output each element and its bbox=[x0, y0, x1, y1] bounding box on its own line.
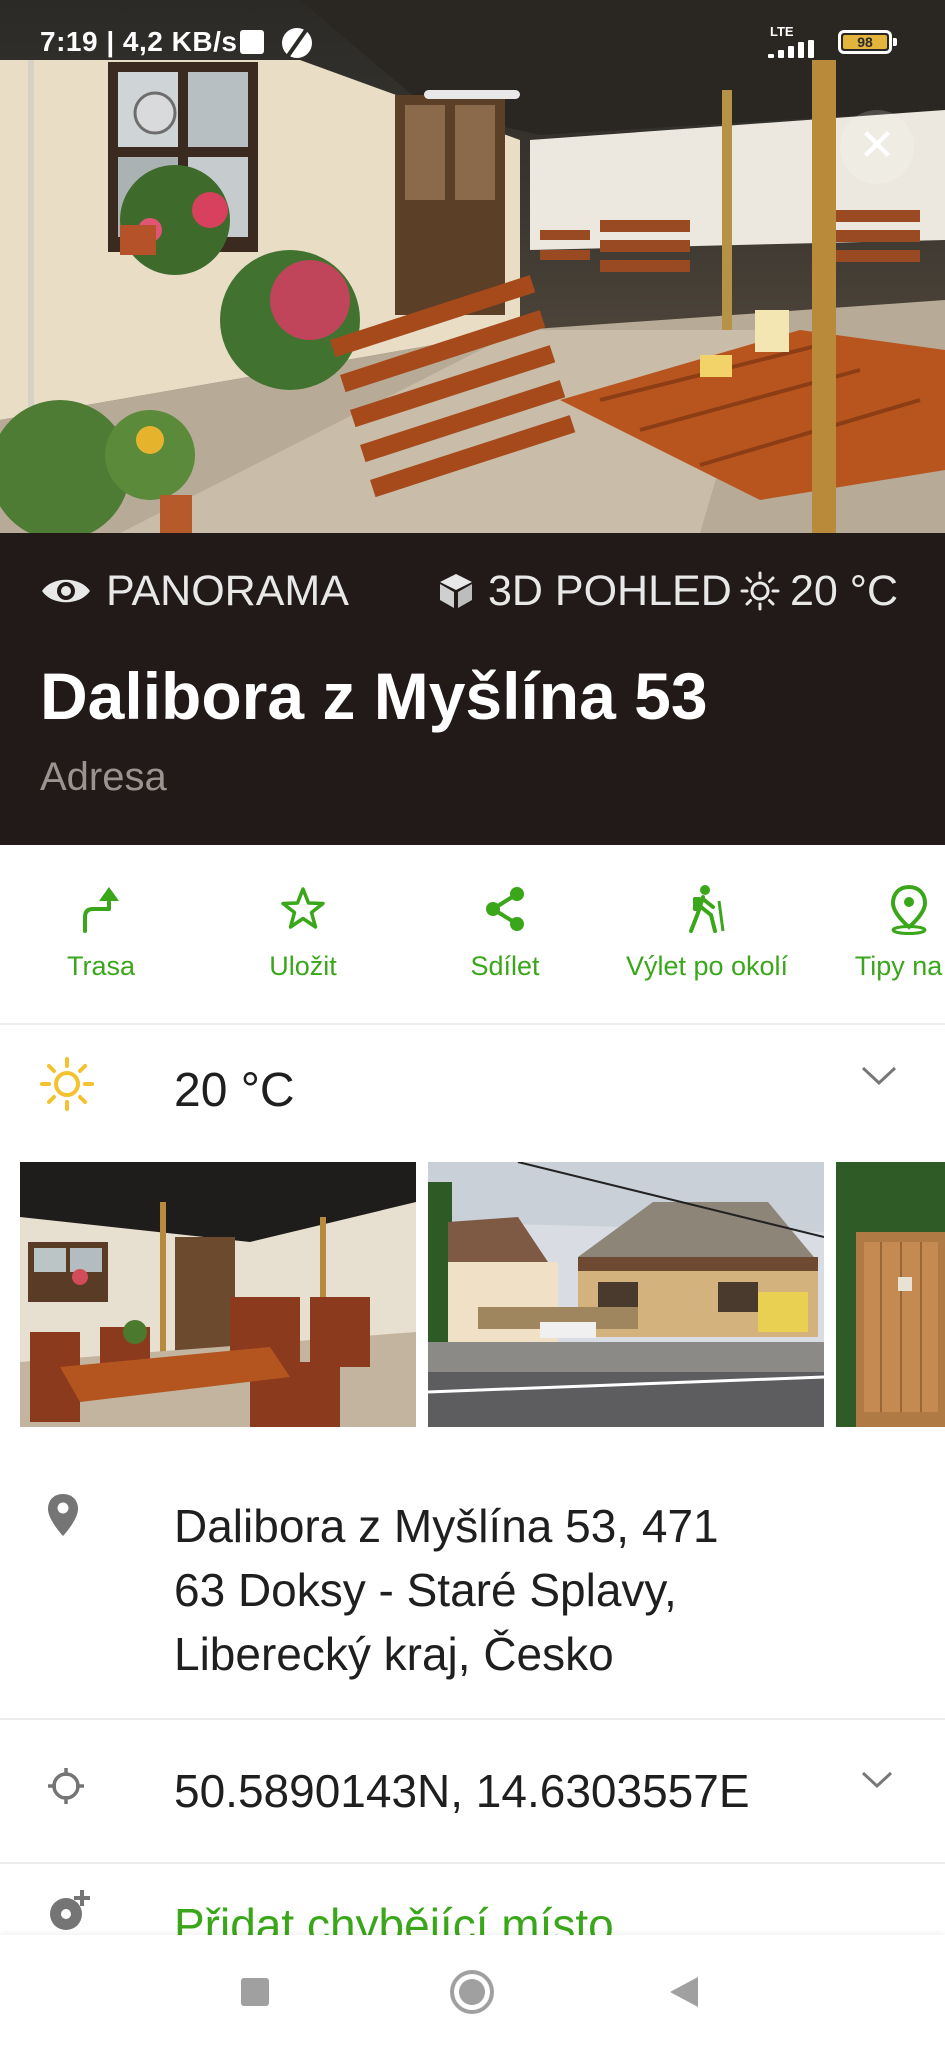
coordinates-text: 50.5890143N, 14.6303557E bbox=[174, 1765, 750, 1817]
panorama-button[interactable]: PANORAMA bbox=[40, 561, 349, 621]
save-label: Uložit bbox=[269, 951, 337, 981]
close-button[interactable]: ✕ bbox=[840, 110, 914, 184]
gallery-photo-terrace[interactable] bbox=[20, 1162, 416, 1427]
3d-view-button[interactable]: 3D POHLED bbox=[438, 561, 732, 621]
recent-apps-icon[interactable] bbox=[240, 1977, 270, 2007]
coordinates-row[interactable]: 50.5890143N, 14.6303557E bbox=[0, 1720, 945, 1864]
address-line-1: Dalibora z Myšlína 53, 471 bbox=[174, 1500, 719, 1552]
location-pin-icon bbox=[890, 884, 928, 935]
nearby-trip-button[interactable]: Výlet po okolí bbox=[607, 881, 807, 982]
gallery-photo-building[interactable] bbox=[428, 1162, 824, 1427]
building-photo-thumbnail bbox=[428, 1162, 824, 1427]
photo-gallery[interactable] bbox=[0, 1162, 945, 1427]
system-navigation-bar bbox=[0, 1935, 945, 2048]
wooden-hut-photo-thumbnail bbox=[836, 1162, 945, 1427]
chevron-down-icon[interactable] bbox=[860, 1770, 894, 1790]
address-row[interactable]: Dalibora z Myšlína 53, 471 63 Doksy - St… bbox=[0, 1470, 945, 1720]
terrace-photo-thumbnail bbox=[20, 1162, 416, 1427]
battery-level: 98 bbox=[843, 35, 887, 49]
place-type: Adresa bbox=[40, 755, 167, 799]
sun-icon bbox=[40, 1057, 94, 1111]
add-place-icon bbox=[50, 1890, 90, 1930]
status-bar: 7:19 | 4,2 KB/s LTE 98 bbox=[0, 0, 945, 80]
action-bar: Trasa Uložit Sdílet Výlet po okolí Tipy … bbox=[0, 845, 945, 1025]
address-text: Dalibora z Myšlína 53, 471 63 Doksy - St… bbox=[174, 1494, 874, 1686]
back-icon[interactable] bbox=[668, 1975, 700, 2009]
notification-square-icon bbox=[240, 30, 264, 54]
address-line-2: 63 Doksy - Staré Splavy, bbox=[174, 1564, 677, 1616]
gallery-photo-toilet[interactable] bbox=[836, 1162, 945, 1427]
route-button[interactable]: Trasa bbox=[1, 881, 201, 982]
drag-handle[interactable] bbox=[424, 90, 520, 99]
add-missing-place-row[interactable]: Přidat chybějící místo bbox=[0, 1864, 945, 1944]
network-type: LTE bbox=[770, 24, 794, 39]
temperature-label: 20 °C bbox=[790, 566, 899, 615]
save-button[interactable]: Uložit bbox=[203, 881, 403, 982]
notification-blocked-icon bbox=[282, 28, 312, 58]
share-label: Sdílet bbox=[470, 951, 540, 981]
battery-icon: 98 bbox=[838, 30, 897, 54]
place-title: Dalibora z Myšlína 53 bbox=[40, 659, 708, 733]
status-time-speed: 7:19 | 4,2 KB/s bbox=[40, 26, 238, 57]
nearby-trip-label: Výlet po okolí bbox=[625, 951, 789, 981]
crosshair-icon bbox=[48, 1768, 84, 1804]
weather-row[interactable]: 20 °C bbox=[0, 1025, 945, 1165]
hiking-icon bbox=[689, 885, 725, 933]
cube-icon bbox=[440, 574, 472, 608]
sun-icon bbox=[740, 571, 780, 611]
weather-temperature: 20 °C bbox=[174, 1064, 295, 1117]
temperature-chip[interactable]: 20 °C bbox=[740, 561, 898, 621]
home-icon[interactable] bbox=[449, 1969, 495, 2015]
close-icon: ✕ bbox=[858, 121, 896, 170]
eye-icon bbox=[42, 579, 90, 603]
route-icon bbox=[83, 887, 119, 933]
chevron-down-icon[interactable] bbox=[860, 1065, 898, 1087]
address-line-3: Liberecký kraj, Česko bbox=[174, 1628, 614, 1680]
location-pin-icon bbox=[48, 1494, 78, 1536]
tips-label: Tipy na v bbox=[854, 951, 945, 981]
3d-view-label: 3D POHLED bbox=[488, 566, 732, 615]
share-icon bbox=[486, 887, 524, 931]
star-icon bbox=[281, 887, 325, 929]
route-label: Trasa bbox=[66, 951, 135, 981]
share-button[interactable]: Sdílet bbox=[405, 881, 605, 982]
tips-button[interactable]: Tipy na v bbox=[809, 881, 945, 982]
place-header-panel: PANORAMA 3D POHLED 20 °C Dalibora z Myšl… bbox=[0, 533, 945, 845]
panorama-label: PANORAMA bbox=[106, 566, 349, 615]
signal-icon bbox=[768, 40, 818, 58]
hero-photo[interactable]: 7:19 | 4,2 KB/s LTE 98 ✕ bbox=[0, 0, 945, 533]
